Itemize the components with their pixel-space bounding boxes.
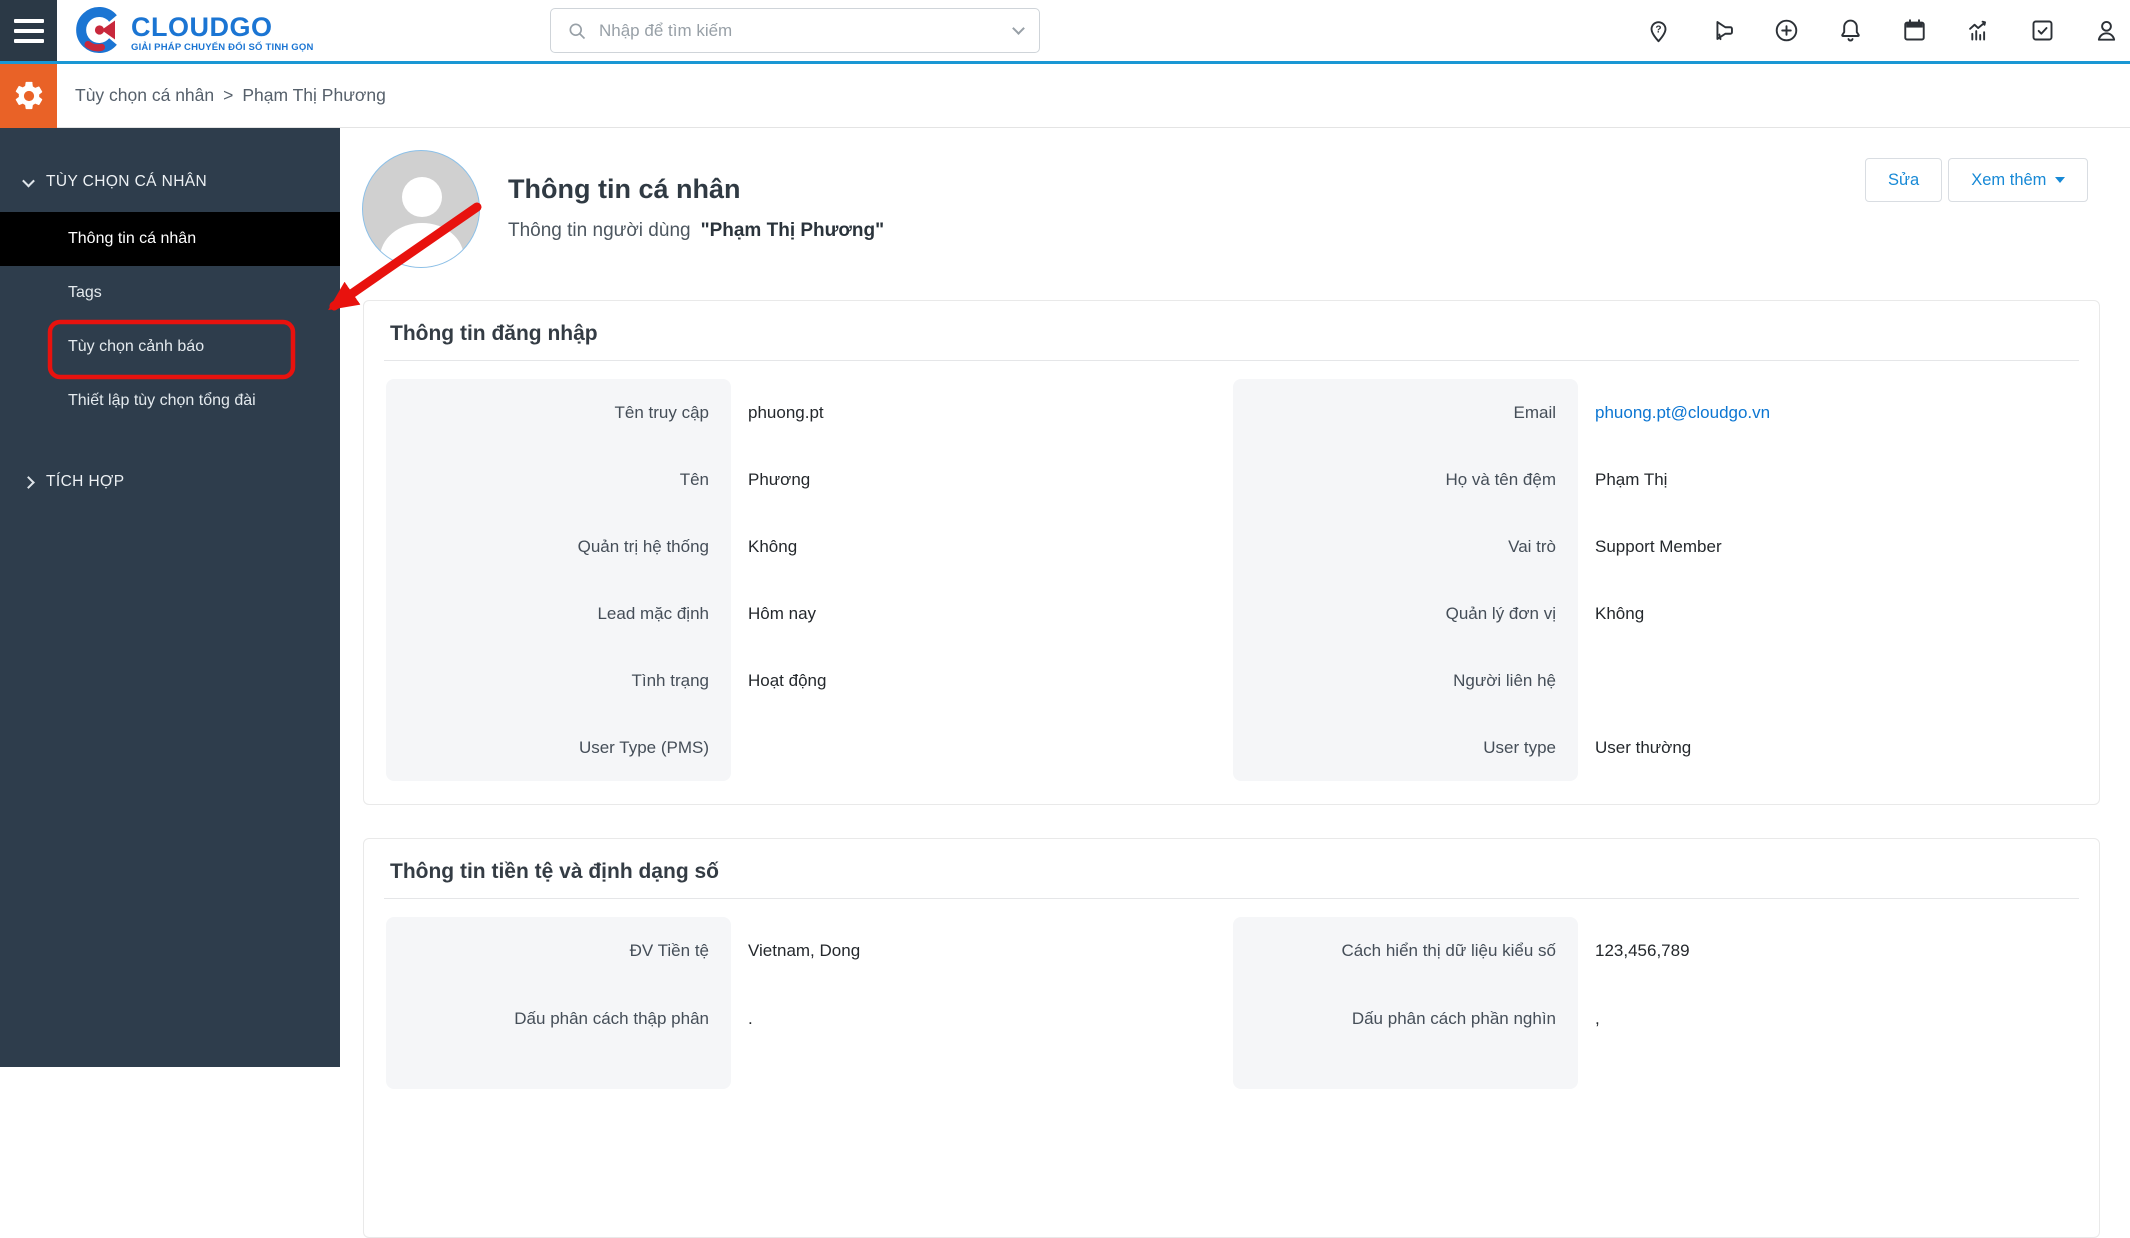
logo-tagline: GIẢI PHÁP CHUYỂN ĐỔI SỐ TINH GỌN <box>131 41 314 53</box>
divider <box>384 898 2079 899</box>
bell-icon[interactable] <box>1837 17 1864 44</box>
sidebar-section-label: TÍCH HỢP <box>46 473 125 490</box>
field-label: Email <box>1513 402 1556 422</box>
label-panel: Cách hiển thị dữ liệu kiểu số Dấu phân cá… <box>1233 917 1578 1089</box>
field-value: , <box>1595 1009 1600 1028</box>
sidebar-item[interactable]: Tags <box>0 266 340 320</box>
main-content: Thông tin cá nhân Thông tin người dùng "P… <box>340 128 2130 1238</box>
chevron-down-icon <box>22 174 35 187</box>
label-panel: ĐV Tiền tệ Dấu phân cách thập phân <box>386 917 731 1089</box>
app-logo[interactable]: CLOUDGO GIẢI PHÁP CHUYỂN ĐỔI SỐ TINH GỌN <box>74 6 314 59</box>
field-label: Tên truy cập <box>614 402 710 422</box>
field-value: Không <box>748 536 798 556</box>
field-label: Dấu phân cách phần nghìn <box>1351 1009 1556 1028</box>
subtitle-prefix: Thông tin người dùng <box>508 220 691 241</box>
breadcrumb-bar: Tùy chọn cá nhân > Phạm Thị Phương <box>0 64 2130 128</box>
sidebar-nav: TÙY CHỌN CÁ NHÂN Thông tin cá nhân Tags Tùy… <box>0 128 340 1067</box>
field-label: Vai trò <box>1508 536 1556 556</box>
field-value <box>1578 647 2078 714</box>
search-dropdown-chevron-icon[interactable] <box>1012 22 1025 35</box>
megaphone-icon[interactable] <box>1709 17 1736 44</box>
field-label: Lead mặc định <box>597 603 709 623</box>
search-icon <box>569 23 586 39</box>
field-label: Quản lý đơn vị <box>1445 603 1556 623</box>
field-label: Quản trị hệ thống <box>577 536 709 556</box>
field-value <box>731 714 1233 781</box>
field-value: phuong.pt <box>748 402 824 422</box>
label-panel: Email Họ và tên đệm Vai trò Quản lý đơn vị N… <box>1233 379 1578 781</box>
sidebar-section-label: TÙY CHỌN CÁ NHÂN <box>46 173 208 190</box>
search-input[interactable] <box>599 20 1014 41</box>
breadcrumb-separator: > <box>223 85 234 105</box>
field-value: . <box>748 1009 753 1028</box>
edit-button[interactable]: Sửa <box>1865 158 1943 202</box>
field-value: Phạm Thị <box>1595 469 1668 489</box>
breadcrumb: Tùy chọn cá nhân > Phạm Thị Phương <box>75 64 386 127</box>
tasks-icon[interactable] <box>2029 17 2056 44</box>
user-icon[interactable] <box>2093 17 2120 44</box>
field-value: Hoạt động <box>748 670 827 690</box>
field-value-email-link[interactable]: phuong.pt@cloudgo.vn <box>1578 379 2078 446</box>
subtitle-username: "Phạm Thị Phương" <box>700 220 885 241</box>
plus-circle-icon[interactable] <box>1773 17 1800 44</box>
field-value: 123,456,789 <box>1595 941 1690 960</box>
card-title: Thông tin đăng nhập <box>390 322 598 345</box>
label-panel: Tên truy cập Tên Quản trị hệ thống Lead mặc… <box>386 379 731 781</box>
hamburger-menu-icon[interactable] <box>0 0 57 61</box>
analytics-icon[interactable] <box>1965 17 1992 44</box>
field-label: ĐV Tiền tệ <box>629 941 709 960</box>
login-info-card: Thông tin đăng nhập Tên truy cập Tên Quản … <box>363 300 2100 805</box>
field-value: Hôm nay <box>748 603 817 623</box>
field-value: Không <box>1595 603 1645 623</box>
sidebar-item[interactable]: Thông tin cá nhân <box>0 212 340 266</box>
global-search[interactable] <box>550 8 1040 53</box>
field-label: Dấu phân cách thập phân <box>514 1009 709 1028</box>
chevron-right-icon <box>22 475 35 489</box>
field-value: Vietnam, Dong <box>748 941 861 960</box>
top-bar: CLOUDGO GIẢI PHÁP CHUYỂN ĐỔI SỐ TINH GỌN… <box>0 0 2130 64</box>
field-label: Họ và tên đệm <box>1445 469 1556 489</box>
field-value: User thường <box>1595 737 1692 757</box>
page-title: Thông tin cá nhân <box>508 174 741 204</box>
sidebar-item[interactable]: Thiết lập tùy chọn tổng đài <box>0 374 340 428</box>
topbar-icons: ? <box>1645 17 2120 44</box>
logo-wordmark: CLOUDGO <box>131 11 273 42</box>
user-avatar <box>362 150 480 268</box>
page-subtitle: Thông tin người dùng "Phạm Thị Phương" <box>508 220 884 242</box>
caret-down-icon <box>2055 177 2066 183</box>
card-title: Thông tin tiền tệ và định dạng số <box>390 860 719 883</box>
field-label: Cách hiển thị dữ liệu kiểu số <box>1341 941 1556 960</box>
cloudgo-logo-icon <box>74 6 122 59</box>
more-button[interactable]: Xem thêm <box>1948 158 2089 202</box>
sidebar-item-annotated[interactable]: Tùy chọn cảnh báo <box>0 320 340 374</box>
field-label: Tên <box>679 469 709 489</box>
svg-text:?: ? <box>1655 25 1661 36</box>
settings-gear-icon[interactable] <box>0 64 57 128</box>
currency-format-card: Thông tin tiền tệ và định dạng số ĐV Tiề… <box>363 838 2100 1238</box>
help-pin-icon[interactable]: ? <box>1645 17 1672 44</box>
breadcrumb-current: Phạm Thị Phương <box>242 85 386 105</box>
sidebar-section-header[interactable]: TÙY CHỌN CÁ NHÂN <box>0 160 340 204</box>
field-label: Tình trạng <box>631 670 710 690</box>
calendar-icon[interactable] <box>1901 17 1928 44</box>
field-value: Phương <box>748 469 811 489</box>
sidebar-section-header[interactable]: TÍCH HỢP <box>0 460 340 504</box>
field-value: Support Member <box>1595 536 1722 556</box>
field-label: Người liên hệ <box>1453 670 1556 690</box>
field-label: User Type (PMS) <box>578 737 709 757</box>
divider <box>384 360 2079 361</box>
field-label: User type <box>1483 737 1556 757</box>
breadcrumb-parent[interactable]: Tùy chọn cá nhân <box>75 85 214 106</box>
header-actions: Sửa Xem thêm <box>1865 158 2089 202</box>
